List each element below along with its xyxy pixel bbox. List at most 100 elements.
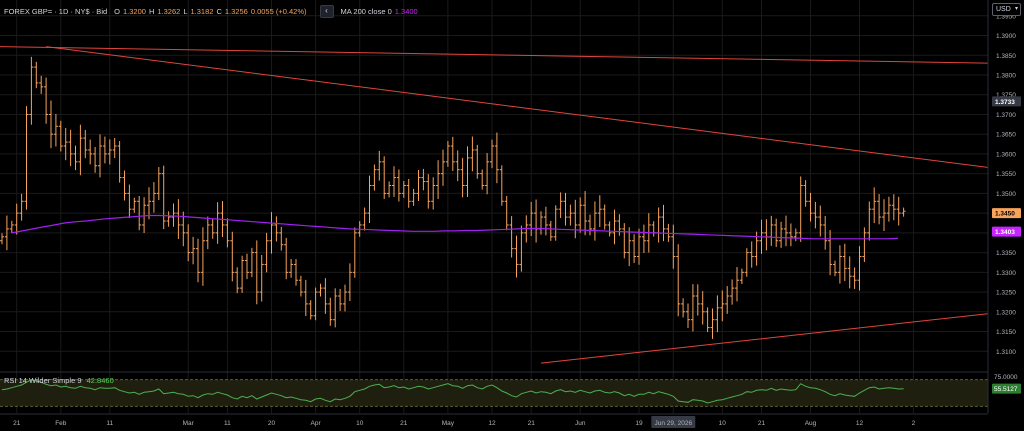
ohlc-bar <box>808 192 813 222</box>
ohlc-bar <box>882 199 886 231</box>
ohlc-bar <box>210 219 215 239</box>
low-value: 1.3182 <box>190 7 214 16</box>
ohlc-bar <box>671 224 676 269</box>
ohlc-bar <box>710 308 715 339</box>
ohlc-bar <box>382 156 387 199</box>
time-tick-label: Jun <box>575 420 586 427</box>
ma-line <box>11 214 899 240</box>
open-value: 1.3200 <box>123 7 146 16</box>
ohlc-bar <box>793 228 798 242</box>
time-tick-label: May <box>442 420 455 427</box>
ohlc-bar <box>147 187 151 220</box>
ohlc-bar <box>867 201 872 241</box>
ohlc-bar <box>779 221 784 248</box>
time-tick-label: 10 <box>356 420 364 427</box>
ohlc-bar <box>117 141 122 183</box>
trendline[interactable] <box>0 46 1024 68</box>
price-tick-label: 1.3350 <box>996 250 1016 257</box>
rsi-pane <box>0 379 988 407</box>
ohlc-bar <box>602 204 607 230</box>
ohlc-bar <box>14 203 19 235</box>
time-tick-label: Apr <box>311 420 322 427</box>
ohlc-bar <box>509 216 514 258</box>
close-label: C <box>216 7 222 16</box>
time-axis[interactable]: 21 Feb 11 Mar 11 20 Apr 10 21 May 12 21 Jun 19 Jun 29,… <box>0 413 988 428</box>
ohlc-bar <box>416 170 421 201</box>
price-tick-label: 1.3100 <box>996 349 1016 356</box>
ma-legend-label[interactable]: MA 200 close 0 <box>341 7 392 16</box>
ohlc-bar <box>318 283 323 297</box>
ohlc-bar <box>543 206 548 236</box>
collapse-legend-icon[interactable]: ‹ <box>319 5 334 18</box>
ohlc-bar <box>578 197 583 233</box>
ohlc-bar <box>612 209 617 245</box>
ohlc-bar <box>53 113 58 147</box>
high-value: 1.3262 <box>157 7 181 16</box>
price-axis[interactable]: 1.39501.39001.38501.38001.37501.37001.36… <box>987 0 1024 431</box>
ohlc-bar <box>161 165 166 230</box>
ohlc-bar <box>98 134 102 178</box>
trendline[interactable] <box>46 46 1024 199</box>
change-value: 0.0055 (+0.42%) <box>250 7 307 16</box>
symbol-label[interactable]: FOREX GBP= · 1D · NY$ · Bid <box>4 7 107 16</box>
ohlc-bar <box>78 124 83 176</box>
rsi-tick-label: 75.0000 <box>994 374 1018 381</box>
ohlc-bar <box>637 228 641 265</box>
price-tick-label: 1.3850 <box>996 53 1016 60</box>
time-tick-label: Feb <box>55 420 67 427</box>
ohlc-bar <box>396 169 401 202</box>
ohlc-bar <box>196 238 200 283</box>
price-tick-label: 1.3600 <box>996 151 1016 158</box>
high-label: H <box>148 7 155 16</box>
ohlc-bar <box>833 260 837 277</box>
ma-200-line <box>11 214 899 240</box>
ohlc-bar <box>63 127 68 161</box>
ohlc-bar <box>372 164 377 191</box>
time-tick-label: Jun 29, 2026 <box>655 420 693 427</box>
ohlc-bar <box>421 168 426 191</box>
ohlc-bar <box>588 214 592 236</box>
ohlc-bar <box>191 236 196 265</box>
price-tick-label: 1.3250 <box>996 290 1016 297</box>
ohlc-bar <box>151 182 156 213</box>
ohlc-bar <box>367 175 372 224</box>
ohlc-bar <box>107 139 112 165</box>
open-label: O <box>114 7 120 16</box>
ohlc-bar <box>0 233 4 245</box>
ohlc-bar <box>298 275 303 297</box>
rsi-legend-label[interactable]: RSI 14 Wilder Simple 9 <box>4 376 82 385</box>
ohlc-bar <box>401 180 406 198</box>
ohlc-bar <box>529 201 534 237</box>
ohlc-bar <box>274 216 279 242</box>
ohlc-bar <box>362 207 367 231</box>
ohlc-bar <box>9 220 14 234</box>
low-label: L <box>183 7 188 16</box>
chart-canvas[interactable]: 1.39501.39001.38501.38001.37501.37001.36… <box>0 0 1024 431</box>
ohlc-bar <box>877 194 882 225</box>
ohlc-bar <box>102 136 107 164</box>
ohlc-bar <box>303 279 308 317</box>
price-tick-label: 1.3300 <box>996 270 1016 277</box>
rsi-current-badge: 55.5127 <box>994 386 1018 393</box>
ohlc-bar <box>44 77 49 124</box>
ohlc-bar <box>837 245 842 284</box>
ohlc-bar <box>289 259 294 278</box>
ohlc-bar <box>455 150 460 182</box>
ohlc-bar <box>323 278 328 314</box>
ohlc-bar <box>661 204 666 242</box>
currency-selector[interactable]: USD ▾ <box>992 3 1021 16</box>
ohlc-bar <box>284 237 289 280</box>
ohlc-bar <box>24 106 29 210</box>
time-tick-label: 10 <box>719 420 727 427</box>
price-tick-label: 1.3900 <box>996 33 1016 40</box>
ohlc-bar <box>142 197 147 233</box>
time-tick-label: 2 <box>912 420 916 427</box>
ohlc-bar <box>166 211 171 227</box>
ohlc-bar <box>784 215 788 247</box>
ohlc-bar <box>377 150 382 181</box>
ohlc-bar <box>681 298 686 318</box>
price-legend: FOREX GBP= · 1D · NY$ · Bid O 1.3200 H 1.3… <box>4 5 418 18</box>
currency-label: USD <box>996 6 1011 13</box>
ohlc-bar <box>186 224 191 262</box>
ohlc-bar <box>607 221 612 237</box>
